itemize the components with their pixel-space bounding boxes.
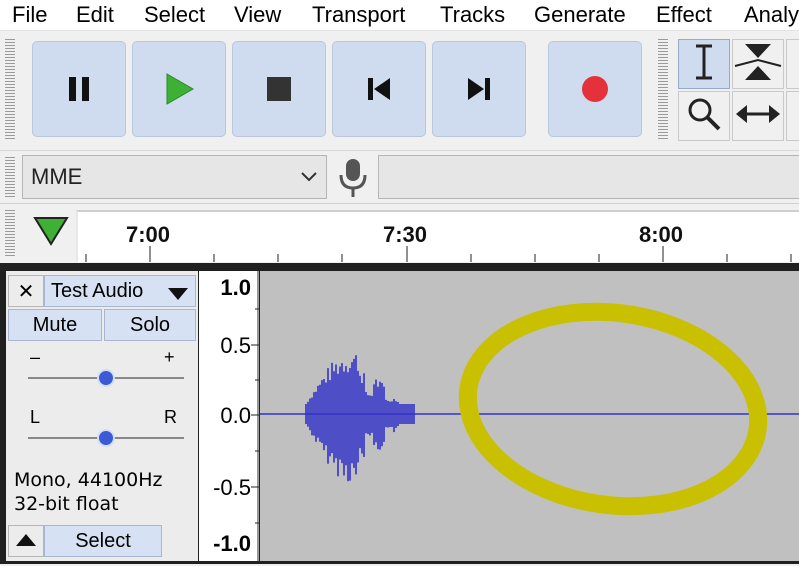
audio-waveform xyxy=(305,355,415,482)
ruler-ticks xyxy=(85,246,792,262)
track-close-button[interactable]: ✕ xyxy=(8,275,44,307)
dropdown-arrow-icon xyxy=(167,284,189,307)
skip-to-start-button[interactable] xyxy=(332,41,426,137)
tick-label: 7:30 xyxy=(383,222,428,247)
record-icon xyxy=(549,42,641,136)
menu-effect[interactable]: Effect xyxy=(656,0,712,30)
selection-tool-button[interactable] xyxy=(678,39,730,89)
mute-button[interactable]: Mute xyxy=(8,309,102,341)
audio-host-value: MME xyxy=(31,164,83,189)
record-button[interactable] xyxy=(548,41,642,137)
audio-host-select[interactable]: MME xyxy=(22,155,327,199)
menu-transport[interactable]: Transport xyxy=(312,0,405,30)
track-name: Test Audio xyxy=(51,279,144,302)
play-button[interactable] xyxy=(132,41,226,137)
microphone-icon xyxy=(338,157,368,204)
pause-icon xyxy=(33,42,125,136)
track-control-panel: ✕ Test Audio Mute Solo – + L R Mono, 441… xyxy=(6,271,198,561)
track-bit-depth-info: 32-bit float xyxy=(14,493,119,515)
toolbar-grip[interactable] xyxy=(5,39,15,141)
skip-to-start-icon xyxy=(333,42,425,136)
timeline-grip[interactable] xyxy=(5,210,15,258)
tool-button-partial-2[interactable] xyxy=(786,91,799,141)
stop-icon xyxy=(233,42,325,136)
zoom-tool-icon xyxy=(686,96,722,137)
chevron-down-icon xyxy=(298,162,320,197)
selection-tool-icon xyxy=(691,43,717,86)
tick-label: 8:00 xyxy=(639,222,684,247)
collapse-up-icon xyxy=(15,530,37,553)
menu-file[interactable]: File xyxy=(12,0,47,30)
skip-to-end-icon xyxy=(433,42,525,136)
menu-generate[interactable]: Generate xyxy=(534,0,626,30)
vertical-amplitude-ruler: 1.0 0.5 0.0 -0.5 -1.0 xyxy=(199,271,259,561)
gain-slider-thumb[interactable] xyxy=(97,369,115,387)
menu-bar: File Edit Select View Transport Tracks G… xyxy=(0,0,799,31)
track-name-menu[interactable]: Test Audio xyxy=(44,275,196,307)
tools-grip[interactable] xyxy=(658,39,668,141)
device-toolbar-grip[interactable] xyxy=(5,157,15,197)
skip-to-end-button[interactable] xyxy=(432,41,526,137)
time-shift-tool-icon xyxy=(735,101,781,132)
pan-slider-thumb[interactable] xyxy=(97,429,115,447)
waveform-area[interactable] xyxy=(260,271,799,561)
zoom-tool-button[interactable] xyxy=(678,91,730,141)
pan-right-label: R xyxy=(164,407,177,427)
amplitude-ticks xyxy=(251,271,259,561)
recording-device-select[interactable] xyxy=(378,155,799,199)
close-icon: ✕ xyxy=(17,280,35,303)
play-icon xyxy=(133,42,225,136)
pan-left-label: L xyxy=(30,407,41,427)
solo-label: Solo xyxy=(129,313,171,336)
pause-button[interactable] xyxy=(32,41,126,137)
tool-button-partial[interactable] xyxy=(786,39,799,89)
menu-analyze[interactable]: Analy xyxy=(744,0,799,30)
gain-slider[interactable] xyxy=(28,367,184,389)
gain-minus-label: – xyxy=(30,347,41,367)
toolbar xyxy=(0,31,799,149)
envelope-tool-button[interactable] xyxy=(732,39,784,89)
pan-slider[interactable] xyxy=(28,427,184,449)
select-label: Select xyxy=(75,529,131,552)
collapse-track-button[interactable] xyxy=(8,525,44,557)
time-shift-tool-button[interactable] xyxy=(732,91,784,141)
solo-button[interactable]: Solo xyxy=(104,309,196,341)
timeline-ruler[interactable]: 7:00 7:30 8:00 xyxy=(76,210,799,262)
gain-plus-label: + xyxy=(164,347,175,367)
menu-edit[interactable]: Edit xyxy=(76,0,114,30)
mute-label: Mute xyxy=(32,313,78,336)
select-track-button[interactable]: Select xyxy=(44,525,162,557)
menu-tracks[interactable]: Tracks xyxy=(440,0,505,30)
track-format-info: Mono, 44100Hz xyxy=(14,469,163,491)
menu-select[interactable]: Select xyxy=(144,0,205,30)
timeline: 7:00 7:30 8:00 xyxy=(0,203,799,263)
waveform-canvas xyxy=(260,302,799,516)
tick-label: 7:00 xyxy=(126,222,171,247)
stop-button[interactable] xyxy=(232,41,326,137)
device-toolbar: MME xyxy=(0,150,799,203)
envelope-tool-icon xyxy=(733,40,783,89)
menu-view[interactable]: View xyxy=(234,0,281,30)
play-head-icon[interactable] xyxy=(33,216,69,251)
annotation-circle xyxy=(458,302,768,516)
